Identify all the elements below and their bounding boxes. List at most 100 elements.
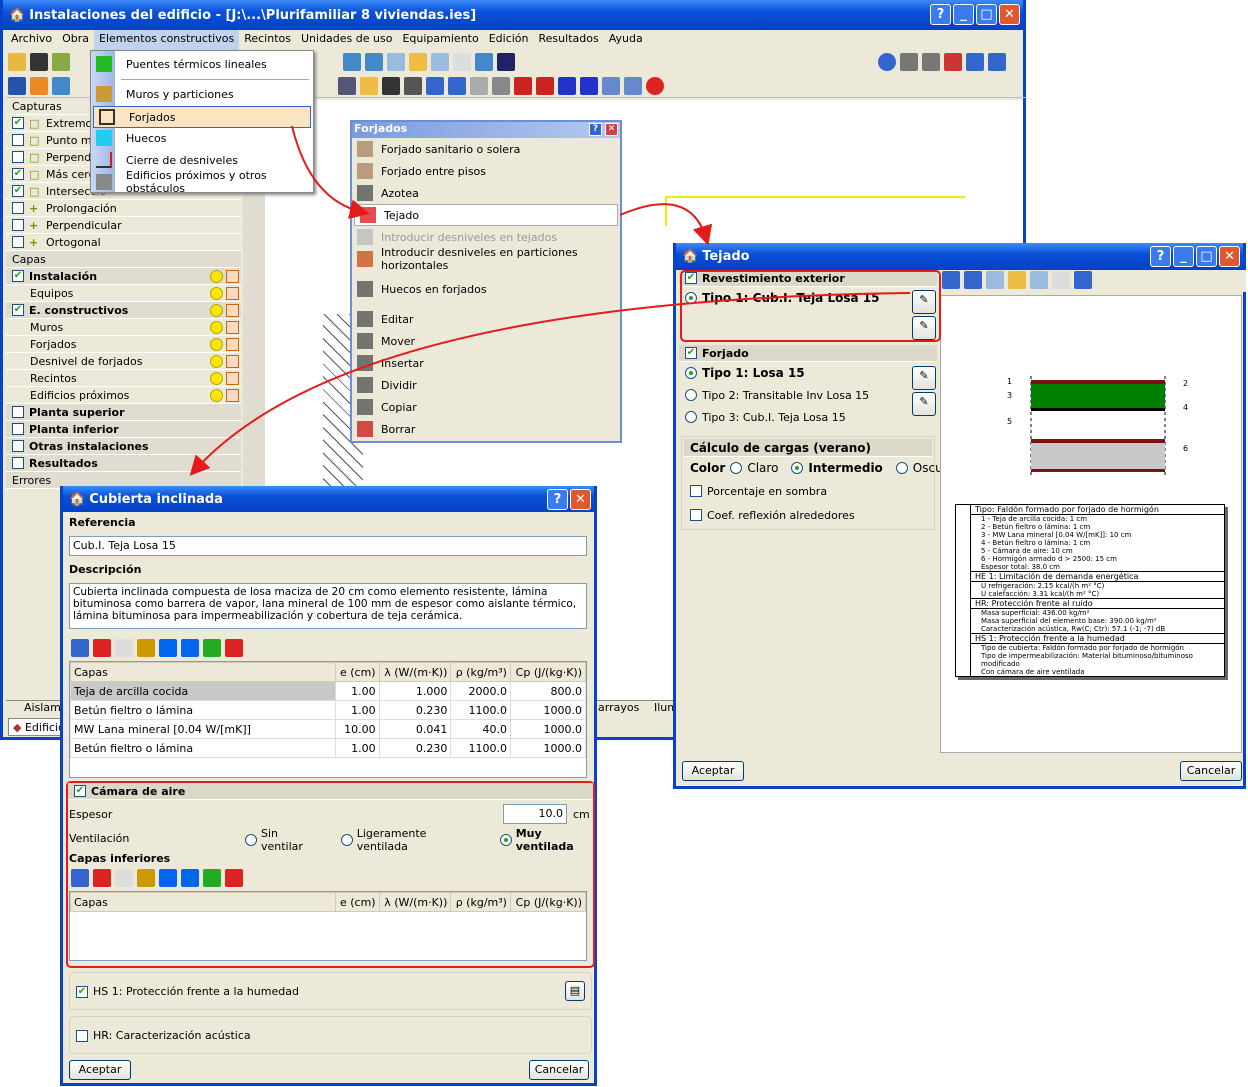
menu-item-edificios[interactable]: Edificios próximos y otros obstáculos: [91, 169, 313, 195]
capa-item[interactable]: Recintos: [6, 370, 241, 387]
capa-item[interactable]: ✔ E. constructivos: [6, 302, 241, 319]
export-icon[interactable]: [225, 869, 243, 887]
descripcion-textarea[interactable]: Cubierta inclinada compuesta de losa mac…: [69, 583, 587, 629]
edit-icon[interactable]: [360, 77, 378, 95]
table-cell[interactable]: Teja de arcilla cocida: [70, 681, 336, 701]
hs1-checkbox[interactable]: ✔: [76, 985, 88, 998]
menu-elementos-constructivos[interactable]: Elementos constructivos: [94, 30, 240, 50]
camara-checkbox[interactable]: ✔: [74, 785, 86, 797]
refresh-icon[interactable]: [475, 53, 493, 71]
move-down-icon[interactable]: [181, 869, 199, 887]
swap-icon[interactable]: [514, 77, 532, 95]
table-cell[interactable]: 800.0: [509, 681, 587, 701]
maximize-button[interactable]: □: [1196, 246, 1217, 267]
forjado-option-1[interactable]: Tipo 1: Losa 15: [679, 362, 937, 384]
zoom-x2-icon[interactable]: [387, 53, 405, 71]
accept-button[interactable]: Aceptar: [69, 1060, 131, 1080]
sombra-row[interactable]: Porcentaje en sombra: [684, 479, 932, 503]
copy-icon[interactable]: [470, 77, 488, 95]
help-button[interactable]: ?: [547, 489, 568, 510]
open-icon[interactable]: [8, 53, 26, 71]
euro-icon[interactable]: [30, 77, 48, 95]
help-button[interactable]: ?: [1150, 246, 1171, 267]
menu-resultados[interactable]: Resultados: [534, 30, 604, 50]
table-cell[interactable]: 1000.0: [509, 738, 587, 758]
reflexion-checkbox[interactable]: [690, 509, 702, 521]
view-icon[interactable]: [602, 77, 620, 95]
table-cell[interactable]: 0.230: [378, 738, 452, 758]
captura-checkbox[interactable]: [12, 236, 24, 248]
binoculars-icon[interactable]: [497, 53, 515, 71]
column-header[interactable]: λ (W/(m·K)): [378, 892, 452, 912]
table-row[interactable]: Betún fieltro o lámina 1.00 0.230 1100.0 100…: [70, 738, 587, 758]
layer-box-icon[interactable]: [226, 269, 239, 283]
radio-muy-ventilada[interactable]: [499, 833, 512, 846]
forjados-item[interactable]: Dividir: [352, 374, 620, 396]
close-button[interactable]: ✕: [570, 489, 591, 510]
radio[interactable]: [685, 367, 697, 379]
captura-item[interactable]: + Perpendicular: [6, 217, 241, 234]
hr-row[interactable]: HR: Caracterización acústica: [70, 1027, 591, 1044]
preview-area[interactable]: 1 2 3 4 5 6 Tipo: Faldón formado por forjado …: [940, 295, 1242, 753]
layer-box-icon[interactable]: [226, 320, 239, 334]
visibility-bulb-icon[interactable]: [210, 388, 223, 402]
forjado-option-3[interactable]: Tipo 3: Cub.I. Teja Losa 15: [679, 406, 937, 428]
captura-checkbox[interactable]: [12, 151, 24, 163]
menu-item-huecos[interactable]: Huecos: [91, 127, 167, 149]
menu-recintos[interactable]: Recintos: [239, 30, 296, 50]
table-cell[interactable]: 10.00: [335, 719, 380, 739]
export-icon[interactable]: [944, 53, 962, 71]
radio-ligeramente-ventilada[interactable]: [340, 833, 353, 846]
pencil-icon[interactable]: [1008, 271, 1026, 289]
group-checkbox[interactable]: [12, 457, 24, 469]
menu-item-cierre[interactable]: Cierre de desniveles: [91, 149, 238, 171]
layer-box-icon[interactable]: [226, 388, 239, 402]
menu-equipamiento[interactable]: Equipamiento: [397, 30, 483, 50]
radio[interactable]: [685, 411, 697, 423]
captura-checkbox[interactable]: ✔: [12, 117, 24, 129]
column-header[interactable]: ρ (kg/m³): [450, 892, 511, 912]
export-icon[interactable]: [225, 639, 243, 657]
minimize-button[interactable]: _: [1173, 246, 1194, 267]
captura-item[interactable]: + Prolongación: [6, 200, 241, 217]
radio-sin-ventilar[interactable]: [245, 833, 257, 846]
eraser-icon[interactable]: [492, 77, 510, 95]
captura-checkbox[interactable]: [12, 219, 24, 231]
mirror2-icon[interactable]: [448, 77, 466, 95]
import-icon[interactable]: [203, 639, 221, 657]
radio-oscuro[interactable]: [895, 462, 908, 474]
menu-item-puentes[interactable]: Puentes térmicos lineales: [91, 53, 267, 75]
column-header[interactable]: λ (W/(m·K)): [378, 662, 452, 682]
tab-pararrayos[interactable]: arrayos: [598, 701, 639, 714]
check-query-icon[interactable]: [580, 77, 598, 95]
table-cell[interactable]: 2000.0: [450, 681, 511, 701]
capa-item[interactable]: ✔ Instalación: [6, 268, 241, 285]
table-cell[interactable]: Betún fieltro o lámina: [70, 700, 336, 720]
layout-icon[interactable]: [966, 53, 984, 71]
group-item[interactable]: Planta inferior: [6, 421, 241, 438]
forjados-item[interactable]: Forjado sanitario o solera: [352, 138, 620, 160]
forjados-item[interactable]: Azotea: [352, 182, 620, 204]
tools-icon[interactable]: [52, 53, 70, 71]
forjado-checkbox[interactable]: ✔: [685, 347, 697, 359]
delete-layer-icon[interactable]: [93, 639, 111, 657]
table-row[interactable]: Betún fieltro o lámina 1.00 0.230 1100.0 100…: [70, 700, 587, 720]
minimize-button[interactable]: _: [953, 4, 974, 25]
visibility-bulb-icon[interactable]: [210, 320, 223, 334]
accept-button[interactable]: Aceptar: [682, 761, 744, 781]
hs1-settings-button[interactable]: ▤: [565, 981, 585, 1001]
column-header[interactable]: Cp (J/(kg·K)): [509, 662, 587, 682]
add-layer-icon[interactable]: [71, 639, 89, 657]
layer-box-icon[interactable]: [226, 303, 239, 317]
table-cell[interactable]: 0.230: [378, 700, 452, 720]
move-up-icon[interactable]: [159, 869, 177, 887]
visibility-bulb-icon[interactable]: [210, 371, 223, 385]
capa-item[interactable]: Edificios próximos: [6, 387, 241, 404]
help-button[interactable]: ?: [930, 4, 951, 25]
view3d-icon[interactable]: [624, 77, 642, 95]
menu-item-forjados[interactable]: Forjados: [93, 106, 311, 128]
check-icon[interactable]: [558, 77, 576, 95]
table-cell[interactable]: 1100.0: [450, 738, 511, 758]
zoom-x2-icon[interactable]: [986, 271, 1004, 289]
visibility-bulb-icon[interactable]: [210, 354, 223, 368]
